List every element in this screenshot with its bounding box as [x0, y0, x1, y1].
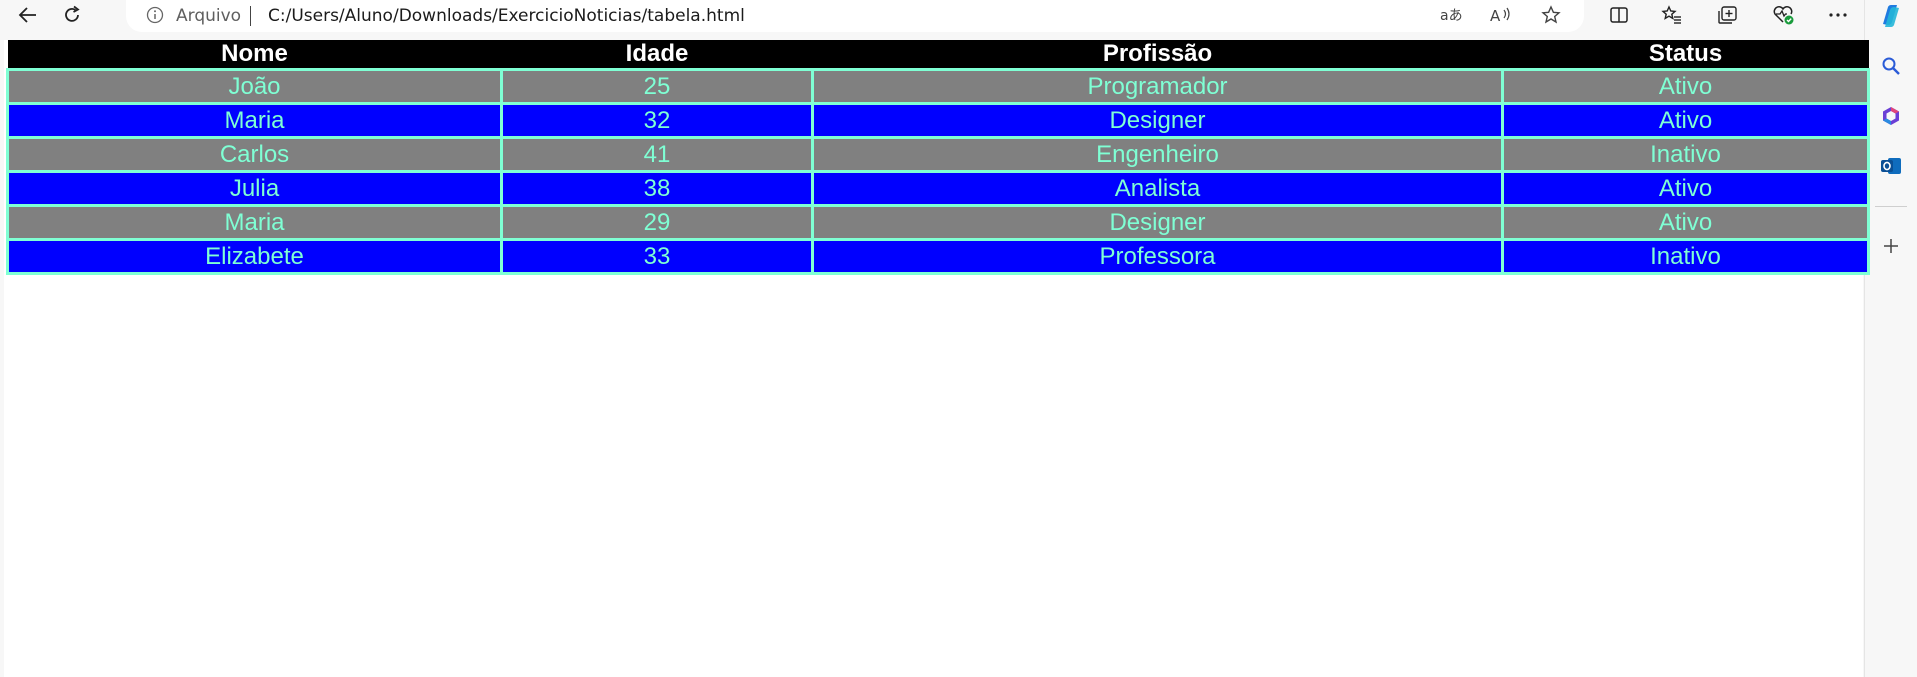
page-viewport: Nome Idade Profissão Status João 25 Prog…: [0, 40, 1870, 677]
table-row: Maria 29 Designer Ativo: [6, 204, 1870, 241]
data-table: Nome Idade Profissão Status João 25 Prog…: [6, 40, 1870, 275]
add-icon[interactable]: [1865, 226, 1917, 266]
header-status: Status: [1502, 40, 1869, 70]
more-options-icon[interactable]: [1820, 0, 1856, 30]
favorites-icon[interactable]: [1654, 0, 1690, 30]
table-row: Elizabete 33 Professora Inativo: [6, 238, 1870, 275]
cell-status: Ativo: [1501, 170, 1870, 207]
cell-idade: 41: [500, 136, 814, 173]
table-row: João 25 Programador Ativo: [6, 68, 1870, 105]
svg-text:aあ: aあ: [1440, 8, 1463, 24]
sidebar-divider: [1875, 206, 1907, 207]
cell-status: Ativo: [1501, 204, 1870, 241]
collections-icon[interactable]: [1710, 0, 1746, 30]
cell-status: Ativo: [1501, 102, 1870, 139]
browser-toolbar: Arquivo C:/Users/Aluno/Downloads/Exercic…: [0, 0, 1917, 32]
cell-nome: Elizabete: [6, 238, 503, 275]
cell-nome: Maria: [6, 204, 503, 241]
cell-idade: 25: [500, 68, 814, 105]
cell-status: Inativo: [1501, 136, 1870, 173]
cell-profissao: Engenheiro: [811, 136, 1504, 173]
translate-icon[interactable]: aあ: [1436, 2, 1466, 28]
favorite-star-icon[interactable]: [1536, 2, 1566, 28]
read-aloud-icon[interactable]: A: [1486, 2, 1516, 28]
cell-idade: 29: [500, 204, 814, 241]
cell-profissao: Programador: [811, 68, 1504, 105]
address-bar[interactable]: Arquivo C:/Users/Aluno/Downloads/Exercic…: [126, 0, 1584, 32]
svg-text:A: A: [1490, 7, 1501, 24]
table-row: Carlos 41 Engenheiro Inativo: [6, 136, 1870, 173]
table-row: Julia 38 Analista Ativo: [6, 170, 1870, 207]
cell-idade: 38: [500, 170, 814, 207]
header-idade: Idade: [501, 40, 813, 70]
cell-nome: Carlos: [6, 136, 503, 173]
address-scheme-label: Arquivo: [176, 6, 242, 26]
cell-nome: João: [6, 68, 503, 105]
cell-profissao: Designer: [811, 102, 1504, 139]
outlook-icon[interactable]: [1865, 146, 1917, 186]
cell-profissao: Analista: [811, 170, 1504, 207]
browser-essentials-icon[interactable]: [1766, 0, 1802, 30]
table-row: Maria 32 Designer Ativo: [6, 102, 1870, 139]
cell-nome: Julia: [6, 170, 503, 207]
cell-profissao: Designer: [811, 204, 1504, 241]
cell-status: Inativo: [1501, 238, 1870, 275]
address-separator: [250, 6, 251, 26]
browser-sidebar: [1864, 0, 1917, 677]
address-url[interactable]: C:/Users/Aluno/Downloads/ExercicioNotici…: [268, 6, 745, 26]
copilot-icon[interactable]: [1865, 0, 1917, 36]
back-arrow-icon[interactable]: [10, 0, 46, 30]
refresh-icon[interactable]: [54, 0, 90, 30]
header-nome: Nome: [7, 40, 502, 70]
cell-nome: Maria: [6, 102, 503, 139]
cell-idade: 33: [500, 238, 814, 275]
header-profissao: Profissão: [812, 40, 1503, 70]
search-icon[interactable]: [1865, 46, 1917, 86]
cell-status: Ativo: [1501, 68, 1870, 105]
cell-profissao: Professora: [811, 238, 1504, 275]
table-header-row: Nome Idade Profissão Status: [7, 40, 1869, 70]
cell-idade: 32: [500, 102, 814, 139]
office-icon[interactable]: [1865, 96, 1917, 136]
split-screen-icon[interactable]: [1601, 0, 1637, 30]
info-icon[interactable]: [146, 6, 164, 24]
